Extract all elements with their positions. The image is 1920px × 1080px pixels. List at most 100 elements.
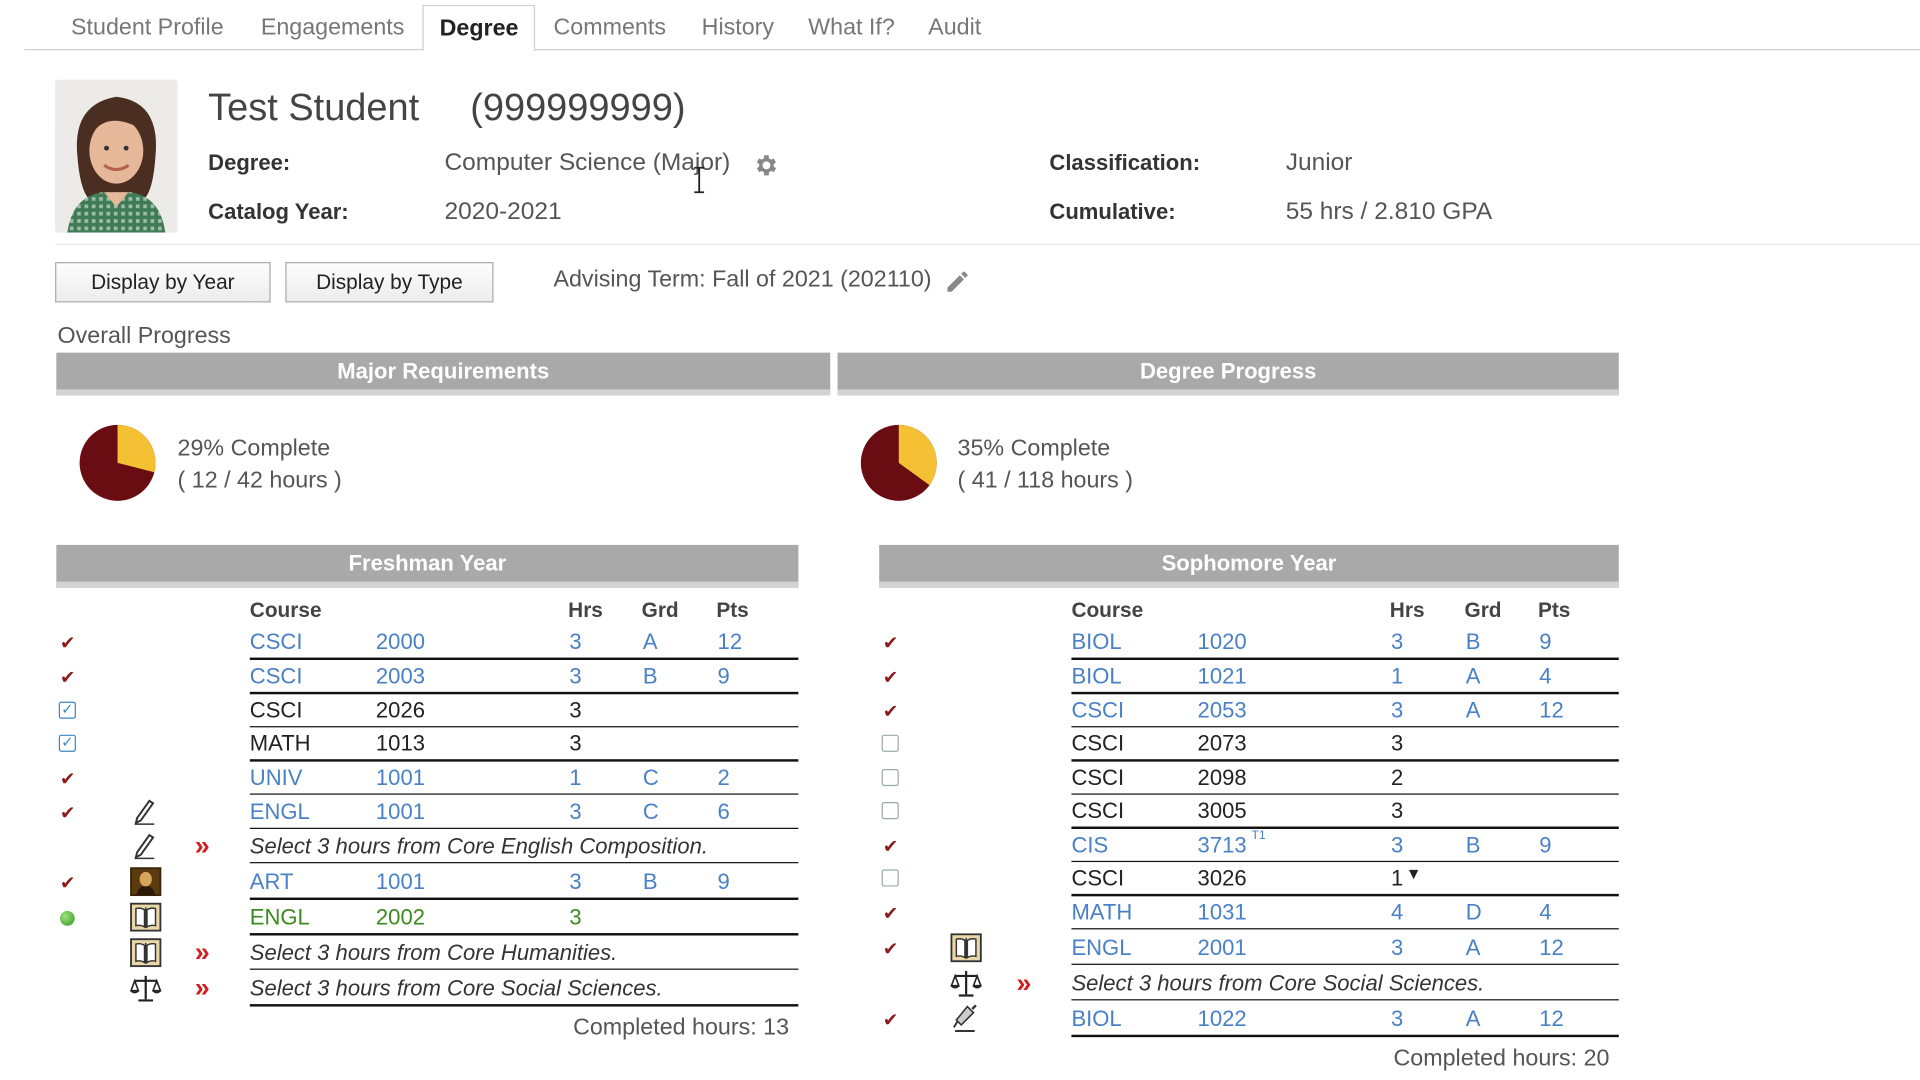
plan-checkbox[interactable] xyxy=(881,734,899,752)
course-number[interactable]: 1020 xyxy=(1198,629,1247,655)
row-divider xyxy=(1071,826,1619,829)
row-divider xyxy=(249,861,799,864)
course-number[interactable]: 3713 xyxy=(1198,832,1247,858)
advising-term: Advising Term: Fall of 2021 (202110) xyxy=(553,266,932,293)
pencil-edit-icon[interactable] xyxy=(944,268,971,295)
requirement-select-text[interactable]: Select 3 hours from Core English Composi… xyxy=(250,833,708,859)
course-subject[interactable]: ART xyxy=(250,869,294,895)
course-subject[interactable]: BIOL xyxy=(1071,1007,1121,1033)
mona-lisa-icon xyxy=(130,867,162,897)
tab-history[interactable]: History xyxy=(702,15,774,42)
course-subject[interactable]: BIOL xyxy=(1071,629,1121,655)
course-hours: 1 xyxy=(1391,865,1404,891)
gear-icon[interactable] xyxy=(752,152,779,179)
course-subject[interactable]: ENGL xyxy=(250,799,310,825)
course-grade: B xyxy=(642,869,658,894)
course-grade: C xyxy=(642,764,659,790)
course-hours: 3 xyxy=(1391,731,1404,756)
plan-checkbox[interactable] xyxy=(881,768,899,786)
course-subject[interactable]: UNIV xyxy=(250,765,303,791)
course-subject[interactable]: CSCI xyxy=(1071,697,1124,723)
row-divider xyxy=(1071,725,1619,728)
course-subject[interactable]: CSCI xyxy=(250,664,303,690)
course-hours: 3 xyxy=(1391,798,1404,823)
row-divider xyxy=(1071,1034,1619,1037)
book-icon xyxy=(130,902,162,932)
course-number[interactable]: 2000 xyxy=(376,629,425,655)
select-arrow-icon[interactable]: » xyxy=(195,830,210,862)
course-hours: 3 xyxy=(569,904,582,930)
row-divider xyxy=(249,725,799,728)
course-hours: 1 xyxy=(569,764,582,790)
course-number[interactable]: 2053 xyxy=(1198,697,1247,723)
course-number: 2073 xyxy=(1197,731,1247,756)
classification-value: Junior xyxy=(1285,149,1353,177)
course-number[interactable]: 2001 xyxy=(1198,935,1247,961)
pts-column-header: Pts xyxy=(716,598,749,623)
degree-value: Computer Science (Major) xyxy=(444,149,731,177)
display-by-type-button[interactable]: Display by Type xyxy=(285,262,494,303)
row-divider xyxy=(249,933,799,935)
requirement-select-text[interactable]: Select 3 hours from Core Social Sciences… xyxy=(250,976,663,1002)
microscope-icon xyxy=(950,1004,982,1033)
tab-comments[interactable]: Comments xyxy=(553,15,665,42)
tab-audit[interactable]: Audit xyxy=(928,15,981,42)
course-grade: A xyxy=(1465,663,1481,689)
course-subject[interactable]: MATH xyxy=(1071,899,1132,925)
course-subject[interactable]: CSCI xyxy=(250,629,303,655)
scales-icon xyxy=(950,968,982,997)
tab-degree[interactable]: Degree xyxy=(422,4,536,52)
degree-label: Degree: xyxy=(208,150,291,176)
course-number[interactable]: 1001 xyxy=(376,799,425,825)
course-grade: C xyxy=(642,798,659,824)
course-subject[interactable]: ENGL xyxy=(1071,935,1131,961)
select-arrow-icon[interactable]: » xyxy=(1016,967,1031,999)
select-arrow-icon[interactable]: » xyxy=(195,936,210,968)
course-grade: A xyxy=(642,629,658,654)
course-subject[interactable]: CIS xyxy=(1071,832,1108,858)
requirement-select-text[interactable]: Select 3 hours from Core Humanities. xyxy=(250,940,618,966)
plan-checkbox-checked[interactable]: ✓ xyxy=(58,734,76,752)
course-number[interactable]: 1001 xyxy=(376,869,425,895)
row-divider xyxy=(1071,691,1619,694)
major-percent-complete: 29% Complete xyxy=(177,435,331,462)
select-arrow-icon[interactable]: » xyxy=(195,972,210,1004)
row-divider xyxy=(249,1004,799,1006)
plan-checkbox-checked[interactable]: ✓ xyxy=(58,701,76,719)
course-points: 12 xyxy=(717,629,743,654)
course-grade: A xyxy=(1465,697,1481,722)
pen-icon xyxy=(130,797,162,826)
course-subject[interactable]: BIOL xyxy=(1071,664,1121,690)
course-hours: 3 xyxy=(1391,697,1404,722)
row-divider xyxy=(1071,893,1619,896)
tab-engagements[interactable]: Engagements xyxy=(261,15,405,42)
row-divider xyxy=(249,759,799,762)
course-hours: 4 xyxy=(1391,899,1404,924)
course-number[interactable]: 1001 xyxy=(376,765,425,791)
row-divider xyxy=(1071,657,1619,660)
course-column-header: Course xyxy=(249,598,322,623)
display-by-year-button[interactable]: Display by Year xyxy=(55,262,271,303)
student-name: Test Student xyxy=(208,85,420,129)
course-hours: 3 xyxy=(1391,934,1404,960)
course-grade: B xyxy=(1465,832,1481,857)
course-number[interactable]: 1022 xyxy=(1198,1007,1247,1033)
requirement-select-text[interactable]: Select 3 hours from Core Social Sciences… xyxy=(1071,970,1484,996)
course-number[interactable]: 1031 xyxy=(1198,899,1247,925)
tab-student-profile[interactable]: Student Profile xyxy=(71,15,224,42)
tab-what-if[interactable]: What If? xyxy=(808,15,895,42)
row-divider xyxy=(1071,792,1619,795)
course-number[interactable]: 2003 xyxy=(376,664,425,690)
course-hours: 3 xyxy=(569,663,582,689)
course-subject: CSCI xyxy=(1071,865,1125,891)
row-divider xyxy=(249,657,799,660)
plan-checkbox[interactable] xyxy=(881,869,899,887)
completed-check-icon: ✔ xyxy=(882,701,899,722)
header-divider xyxy=(55,243,1920,245)
course-number[interactable]: 1021 xyxy=(1198,664,1247,690)
hrs-column-header: Hrs xyxy=(568,598,603,623)
course-hours: 1 xyxy=(1391,663,1404,689)
hours-dropdown-icon[interactable]: ▼ xyxy=(1406,864,1422,882)
grd-column-header: Grd xyxy=(1464,598,1502,623)
plan-checkbox[interactable] xyxy=(881,802,899,820)
